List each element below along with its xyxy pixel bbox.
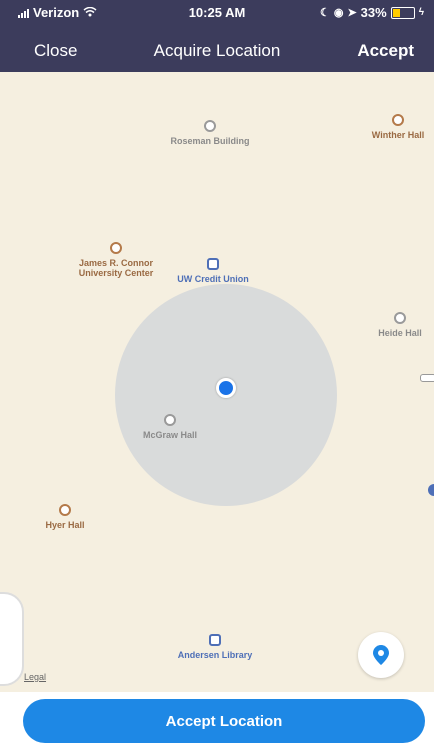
- poi-heide-hall[interactable]: Heide Hall: [360, 312, 434, 338]
- poi-marker-icon: [392, 114, 404, 126]
- battery-percent: 33%: [360, 5, 387, 20]
- poi-hyer-hall[interactable]: Hyer Hall: [30, 504, 100, 530]
- poi-marker-icon: [204, 120, 216, 132]
- poi-label: James R. Connor University Center: [78, 258, 154, 278]
- poi-mcgraw-hall[interactable]: McGraw Hall: [130, 414, 210, 440]
- poi-uw-credit-union[interactable]: UW Credit Union: [163, 258, 263, 284]
- map-edge-marker: [420, 374, 434, 382]
- poi-winther-hall[interactable]: Winther Hall: [362, 114, 434, 140]
- poi-label: Roseman Building: [170, 136, 250, 146]
- map-edge-shape: [0, 592, 24, 686]
- poi-marker-icon: [394, 312, 406, 324]
- bank-icon: [207, 258, 219, 270]
- poi-james-r-connor-university-center[interactable]: James R. Connor University Center: [68, 242, 164, 278]
- poi-marker-icon: [59, 504, 71, 516]
- location-arrow-icon: ➤: [347, 7, 357, 19]
- location-pin-button[interactable]: [358, 632, 404, 678]
- user-location-dot: [216, 378, 236, 398]
- accept-location-button[interactable]: Accept Location: [23, 699, 425, 743]
- poi-andersen-library[interactable]: Andersen Library: [160, 634, 270, 660]
- poi-label: UW Credit Union: [177, 274, 249, 284]
- bottom-bar: Accept Location: [0, 692, 434, 751]
- nav-bar: Close Acquire Location Accept: [0, 30, 434, 70]
- poi-label: McGraw Hall: [142, 430, 198, 440]
- poi-marker-icon: [110, 242, 122, 254]
- map-view[interactable]: Roseman Building Winther Hall James R. C…: [0, 72, 434, 692]
- lock-rotation-icon: ◉: [333, 7, 344, 19]
- poi-roseman-building[interactable]: Roseman Building: [160, 120, 260, 146]
- library-icon: [209, 634, 221, 646]
- accept-button[interactable]: Accept: [357, 41, 414, 61]
- legal-link[interactable]: Legal: [24, 672, 46, 682]
- location-pin-icon: [373, 645, 389, 665]
- moon-icon: ☾: [319, 7, 330, 19]
- poi-label: Heide Hall: [378, 328, 422, 338]
- poi-marker-icon: [164, 414, 176, 426]
- top-bar: Verizon 10:25 AM ☾ ◉ ➤ 33% ϟ Close Acqui…: [0, 0, 434, 72]
- poi-label: Hyer Hall: [45, 520, 85, 530]
- map-edge-blue-marker: [428, 484, 434, 496]
- status-bar: Verizon 10:25 AM ☾ ◉ ➤ 33% ϟ: [0, 0, 434, 24]
- poi-label: Winther Hall: [371, 130, 425, 140]
- battery-icon: [390, 6, 415, 19]
- charging-icon: ϟ: [418, 7, 424, 18]
- poi-label: Andersen Library: [177, 650, 253, 660]
- status-right: ☾ ◉ ➤ 33% ϟ: [320, 5, 424, 20]
